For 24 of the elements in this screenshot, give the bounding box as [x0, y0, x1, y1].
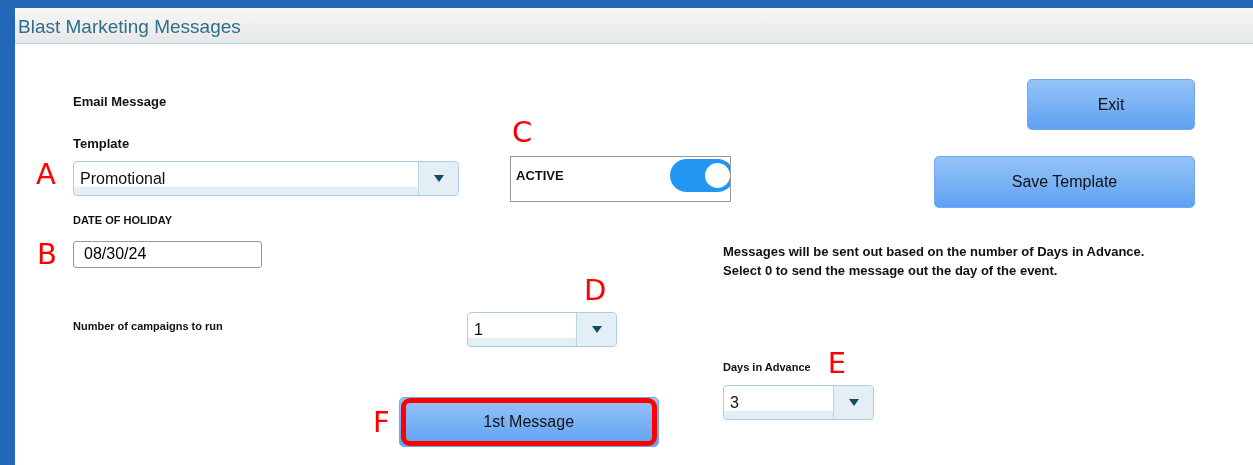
caret-icon [591, 326, 602, 333]
field-label: DATE OF HOLIDAY [73, 213, 173, 228]
toggle-label: ACTIVE [516, 167, 564, 185]
toggle-switch[interactable] [670, 159, 730, 192]
callout-letter: C [512, 119, 534, 146]
save-template-button[interactable]: Save Template [934, 156, 1195, 208]
dropdown[interactable]: 1 [467, 312, 617, 347]
field-label: Days in Advance [723, 359, 811, 375]
field-label: Number of campaigns to run [73, 318, 224, 334]
dropdown[interactable]: Promotional [73, 161, 459, 196]
section-label: Email Message [73, 93, 168, 111]
callout-letter: A [35, 161, 57, 188]
callout-letter: E [827, 350, 846, 377]
callout-letter: D [584, 277, 608, 304]
caret-icon [433, 175, 444, 182]
callout-letter: B [36, 240, 58, 268]
callout-letter: F [373, 408, 390, 436]
date-field[interactable]: 08/30/24 [73, 240, 262, 268]
window-title: Blast Marketing Messages [15, 8, 1253, 44]
info-text: Messages will be sent out based on the number of Days in Advance. Select 0 to send the message out the day of the event. [723, 243, 1146, 280]
caret-icon [848, 399, 859, 406]
field-label: Template [73, 134, 131, 153]
exit-button[interactable]: Exit [1027, 79, 1195, 130]
dropdown[interactable]: 3 [723, 385, 874, 420]
